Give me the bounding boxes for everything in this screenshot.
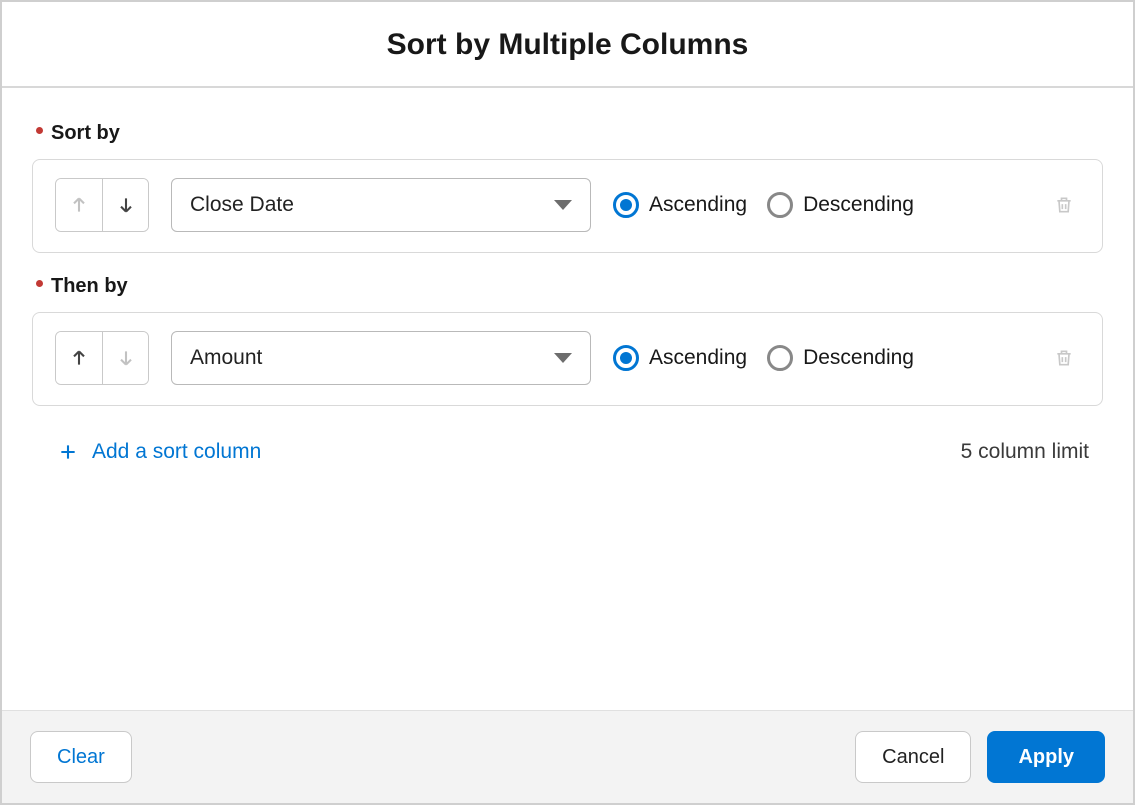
footer-right: Cancel Apply (855, 731, 1105, 783)
radio-label: Ascending (649, 346, 747, 370)
delete-row-button-0[interactable] (1048, 189, 1080, 221)
radio-descending-1[interactable]: Descending (767, 345, 914, 371)
sort-row-0: Close Date Ascending Descending (32, 159, 1103, 253)
radio-descending-0[interactable]: Descending (767, 192, 914, 218)
move-down-button-1[interactable] (102, 332, 148, 384)
direction-group-0: Ascending Descending (613, 192, 914, 218)
arrow-down-icon (116, 346, 136, 370)
arrow-up-icon (69, 193, 89, 217)
trash-icon (1054, 345, 1074, 371)
column-select-value: Amount (190, 346, 262, 370)
arrow-down-icon (116, 193, 136, 217)
then-by-label: Then by (36, 275, 1103, 298)
radio-icon (767, 345, 793, 371)
sort-by-label: Sort by (36, 122, 1103, 145)
column-select-value: Close Date (190, 193, 294, 217)
move-group-1 (55, 331, 149, 385)
dialog-body: Sort by Close Date Ascending (2, 88, 1133, 710)
radio-icon (613, 192, 639, 218)
below-rows: Add a sort column 5 column limit (32, 428, 1103, 464)
radio-ascending-0[interactable]: Ascending (613, 192, 747, 218)
radio-ascending-1[interactable]: Ascending (613, 345, 747, 371)
cancel-button[interactable]: Cancel (855, 731, 971, 783)
dialog-footer: Clear Cancel Apply (2, 710, 1133, 803)
add-sort-column-label: Add a sort column (92, 440, 261, 464)
delete-row-button-1[interactable] (1048, 342, 1080, 374)
add-sort-column-link[interactable]: Add a sort column (58, 440, 261, 464)
sort-row-1: Amount Ascending Descending (32, 312, 1103, 406)
radio-label: Descending (803, 193, 914, 217)
radio-label: Ascending (649, 193, 747, 217)
plus-icon (58, 442, 78, 462)
column-select-0[interactable]: Close Date (171, 178, 591, 232)
arrow-up-icon (69, 346, 89, 370)
radio-label: Descending (803, 346, 914, 370)
chevron-down-icon (554, 200, 572, 210)
move-group-0 (55, 178, 149, 232)
apply-button[interactable]: Apply (987, 731, 1105, 783)
move-up-button-1[interactable] (56, 332, 102, 384)
radio-icon (613, 345, 639, 371)
radio-icon (767, 192, 793, 218)
move-up-button-0[interactable] (56, 179, 102, 231)
column-limit-text: 5 column limit (961, 440, 1089, 464)
direction-group-1: Ascending Descending (613, 345, 914, 371)
column-select-1[interactable]: Amount (171, 331, 591, 385)
sort-dialog: Sort by Multiple Columns Sort by Close D… (0, 0, 1135, 805)
trash-icon (1054, 192, 1074, 218)
clear-button[interactable]: Clear (30, 731, 132, 783)
dialog-title: Sort by Multiple Columns (2, 2, 1133, 88)
move-down-button-0[interactable] (102, 179, 148, 231)
chevron-down-icon (554, 353, 572, 363)
